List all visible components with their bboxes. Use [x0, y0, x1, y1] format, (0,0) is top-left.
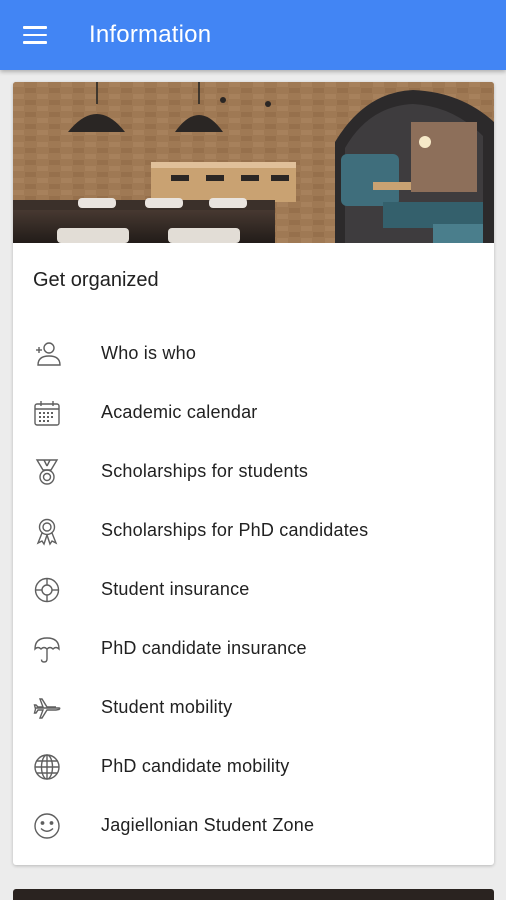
list-item-label: Student mobility [101, 697, 233, 717]
globe-icon [32, 752, 62, 782]
list-item-student-zone[interactable]: Jagiellonian Student Zone [13, 796, 494, 855]
list-item-phd-mobility[interactable]: PhD candidate mobility [13, 737, 494, 796]
list-item-scholarships-phd[interactable]: Scholarships for PhD candidates [13, 501, 494, 560]
calendar-icon [32, 398, 62, 428]
medal-icon [32, 457, 62, 487]
list-item-who-is-who[interactable]: Who is who [13, 324, 494, 383]
list-item-academic-calendar[interactable]: Academic calendar [13, 383, 494, 442]
section-title: Get organized [33, 269, 159, 291]
page-title: Information [89, 21, 212, 48]
award-ribbon-icon [32, 516, 62, 546]
airplane-icon [32, 693, 62, 723]
info-card: Get organized Who is who Academic calend… [13, 82, 494, 865]
list-item-label: Academic calendar [101, 402, 258, 422]
list-item-scholarships-students[interactable]: Scholarships for students [13, 442, 494, 501]
hero-image [13, 82, 494, 243]
list-item-label: Jagiellonian Student Zone [101, 815, 315, 835]
list-item-student-mobility[interactable]: Student mobility [13, 678, 494, 737]
menu-icon [23, 26, 47, 44]
list-item-label: Scholarships for PhD candidates [101, 520, 369, 540]
smiley-icon [32, 811, 62, 841]
lifebuoy-icon [32, 575, 62, 605]
list-item-phd-insurance[interactable]: PhD candidate insurance [13, 619, 494, 678]
list-item-label: Who is who [101, 343, 197, 363]
person-add-icon [32, 339, 62, 369]
umbrella-icon [32, 634, 62, 664]
list-item-label: PhD candidate mobility [101, 756, 290, 776]
list-item-label: Scholarships for students [101, 461, 309, 481]
list-item-label: PhD candidate insurance [101, 638, 307, 658]
menu-button[interactable] [0, 0, 70, 70]
list-item-label: Student insurance [101, 579, 250, 599]
list-item-student-insurance[interactable]: Student insurance [13, 560, 494, 619]
app-bar: Information [0, 0, 506, 70]
next-card-image[interactable] [13, 889, 494, 900]
menu-list: Who is who Academic calendar Scholarship… [13, 324, 494, 855]
